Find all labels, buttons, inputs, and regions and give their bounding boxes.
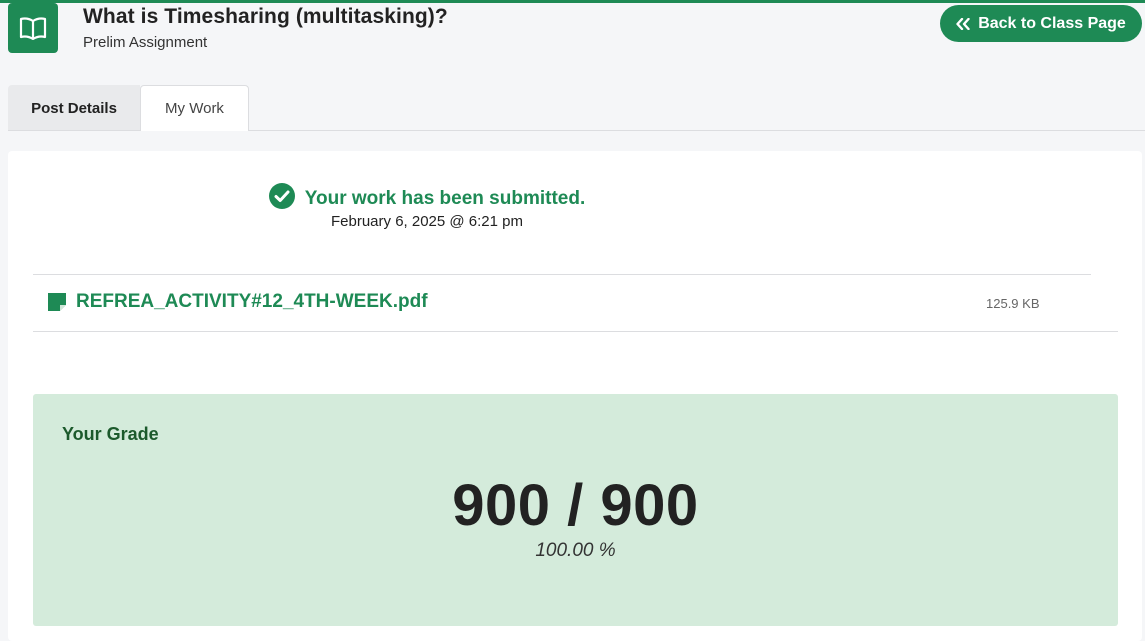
grade-percent: 100.00 % bbox=[535, 540, 616, 561]
grade-panel: Your Grade 900 / 900 100.00 % bbox=[33, 394, 1118, 626]
back-button-label: Back to Class Page bbox=[978, 14, 1126, 32]
submission-status: Your work has been submitted. bbox=[8, 183, 846, 214]
grade-label: Your Grade bbox=[62, 424, 159, 444]
attachment-row: REFREA_ACTIVITY#12_4TH-WEEK.pdf 125.9 KB bbox=[33, 275, 1118, 331]
book-icon bbox=[8, 3, 58, 53]
my-work-panel: Your work has been submitted. February 6… bbox=[8, 151, 1142, 641]
divider bbox=[33, 331, 1118, 332]
check-circle-icon bbox=[268, 183, 295, 214]
page-header: What is Timesharing (multitasking)? Prel… bbox=[0, 0, 1145, 80]
submission-date: February 6, 2025 @ 6:21 pm bbox=[331, 213, 523, 230]
page-subtitle: Prelim Assignment bbox=[83, 34, 208, 51]
back-to-class-button[interactable]: Back to Class Page bbox=[940, 5, 1142, 42]
tab-post-details[interactable]: Post Details bbox=[8, 85, 140, 131]
grade-score: 900 / 900 bbox=[452, 473, 699, 538]
attachment-size: 125.9 KB bbox=[986, 296, 1040, 311]
file-icon bbox=[48, 293, 66, 316]
submission-status-text: Your work has been submitted. bbox=[304, 187, 586, 209]
attachment-link[interactable]: REFREA_ACTIVITY#12_4TH-WEEK.pdf bbox=[76, 291, 428, 313]
tab-my-work[interactable]: My Work bbox=[140, 85, 249, 131]
double-chevron-left-icon bbox=[956, 17, 970, 30]
page-title: What is Timesharing (multitasking)? bbox=[83, 5, 448, 28]
